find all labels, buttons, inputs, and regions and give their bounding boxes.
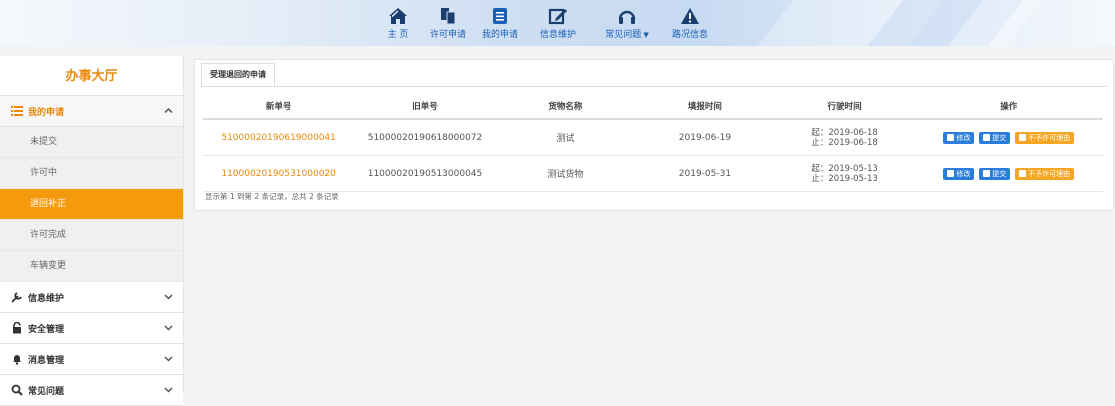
submit-button[interactable]: 提交 bbox=[979, 131, 1011, 144]
sidebar-item-in-licensing[interactable]: 许可中 bbox=[0, 158, 183, 189]
pagination-summary: 显示第 1 到第 2 条记录，总共 2 条记录 bbox=[205, 192, 339, 201]
rejection-reason-label: 不予许可理由 bbox=[1028, 169, 1071, 178]
submit-button-label: 提交 bbox=[992, 133, 1007, 142]
info-icon bbox=[1019, 169, 1027, 177]
home-icon bbox=[389, 8, 407, 24]
submit-button[interactable]: 提交 bbox=[979, 167, 1011, 180]
column-header: 货物名称 bbox=[495, 94, 636, 120]
tab-returned-applications[interactable]: 受理退回的申请 bbox=[201, 63, 275, 87]
top-navigation-bar: 主 页 许可申请 我的申请 信息维护 常见问题 ▼ 路况信息 bbox=[0, 0, 1115, 46]
nav-road-info[interactable]: 路况信息 bbox=[668, 0, 712, 46]
travel-start: 起：2019-06-18 bbox=[811, 127, 878, 138]
sidebar-group-info-maintenance[interactable]: 信息维护 bbox=[0, 282, 183, 313]
tab-divider bbox=[201, 86, 1107, 87]
rejection-reason-button[interactable]: 不予许可理由 bbox=[1015, 167, 1075, 180]
list-icon bbox=[493, 8, 507, 24]
new-order-number-link[interactable]: 11000020190531000020 bbox=[221, 169, 336, 179]
nav-faq-label: 常见问题 bbox=[605, 30, 642, 40]
rejection-reason-label: 不予许可理由 bbox=[1028, 133, 1071, 142]
sidebar-group-my-applications[interactable]: 我的申请 bbox=[0, 96, 183, 127]
new-order-number-link[interactable]: 51000020190619000041 bbox=[221, 133, 336, 143]
column-header: 操作 bbox=[914, 94, 1103, 120]
edit-icon bbox=[548, 8, 567, 25]
edit-button[interactable]: 修改 bbox=[943, 131, 975, 144]
nav-home[interactable]: 主 页 bbox=[383, 0, 413, 46]
table-row: 51000020190619000041 5100002019061800007… bbox=[203, 119, 1103, 156]
edit-button[interactable]: 修改 bbox=[943, 167, 975, 180]
lock-icon bbox=[13, 322, 21, 334]
nav-info-maintenance-label: 信息维护 bbox=[539, 30, 576, 40]
column-header: 行驶时间 bbox=[774, 94, 915, 120]
goods-name: 测试货物 bbox=[495, 155, 636, 192]
sidebar-group-faq[interactable]: 常见问题 bbox=[0, 375, 183, 406]
old-order-number: 51000020190618000072 bbox=[354, 119, 496, 156]
main-panel: 受理退回的申请 新单号 旧单号 货物名称 填报时间 行驶时间 操作 510000… bbox=[194, 59, 1114, 211]
goods-name: 测试 bbox=[495, 119, 636, 156]
filled-date: 2019-06-19 bbox=[635, 119, 775, 156]
column-header: 填报时间 bbox=[635, 94, 775, 120]
travel-end: 止：2019-05-13 bbox=[811, 173, 878, 184]
column-header: 新单号 bbox=[203, 94, 355, 120]
nav-faq-dropdown[interactable]: 常见问题 ▼ bbox=[597, 0, 657, 46]
column-header: 旧单号 bbox=[354, 94, 496, 120]
table-header-row: 新单号 旧单号 货物名称 填报时间 行驶时间 操作 bbox=[203, 94, 1103, 120]
edit-button-label: 修改 bbox=[956, 169, 971, 178]
sidebar-item-unsubmitted[interactable]: 未提交 bbox=[0, 127, 183, 158]
sidebar-group-messages[interactable]: 消息管理 bbox=[0, 344, 183, 375]
travel-end: 止：2019-06-18 bbox=[811, 137, 878, 148]
bell-icon bbox=[13, 355, 21, 365]
chevron-down-icon bbox=[164, 294, 173, 300]
sidebar-group-label: 安全管理 bbox=[28, 325, 65, 335]
sidebar-item-returned-correction[interactable]: 退回补正 bbox=[0, 189, 183, 220]
travel-time: 起：2019-05-13 止：2019-05-13 bbox=[774, 155, 915, 192]
user-icon bbox=[983, 133, 991, 141]
sidebar-item-license-complete[interactable]: 许可完成 bbox=[0, 220, 183, 251]
nav-home-label: 主 页 bbox=[387, 30, 409, 40]
menu-list-icon bbox=[11, 106, 23, 116]
chevron-up-icon bbox=[164, 107, 173, 114]
user-icon bbox=[983, 169, 991, 177]
table-row: 11000020190531000020 1100002019051300004… bbox=[203, 155, 1103, 192]
edit-icon bbox=[947, 133, 955, 141]
search-icon bbox=[11, 384, 23, 396]
sidebar-group-label: 信息维护 bbox=[28, 294, 65, 304]
headphones-icon bbox=[618, 10, 636, 24]
warning-icon bbox=[681, 8, 699, 24]
applications-table: 新单号 旧单号 货物名称 填报时间 行驶时间 操作 51000020190619… bbox=[203, 94, 1103, 192]
nav-info-maintenance[interactable]: 信息维护 bbox=[536, 0, 580, 46]
caret-down-icon: ▼ bbox=[643, 31, 649, 39]
info-icon bbox=[1019, 133, 1027, 141]
nav-my-applications[interactable]: 我的申请 bbox=[479, 0, 521, 46]
sidebar-item-vehicle-change[interactable]: 车辆变更 bbox=[0, 251, 183, 282]
documents-icon bbox=[441, 8, 456, 25]
wrench-icon bbox=[11, 292, 22, 303]
sidebar-title: 办事大厅 bbox=[0, 56, 183, 96]
travel-time: 起：2019-06-18 止：2019-06-18 bbox=[774, 119, 915, 156]
edit-button-label: 修改 bbox=[956, 133, 971, 142]
chevron-down-icon bbox=[164, 356, 173, 362]
old-order-number: 11000020190513000045 bbox=[354, 155, 496, 192]
edit-icon bbox=[947, 169, 955, 177]
filled-date: 2019-05-31 bbox=[635, 155, 775, 192]
travel-start: 起：2019-05-13 bbox=[811, 163, 878, 174]
chevron-down-icon bbox=[164, 325, 173, 331]
row-actions: 修改 提交 不予许可理由 bbox=[914, 155, 1103, 192]
rejection-reason-button[interactable]: 不予许可理由 bbox=[1015, 131, 1075, 144]
nav-license-apply-label: 许可申请 bbox=[429, 30, 466, 40]
nav-road-info-label: 路况信息 bbox=[671, 30, 708, 40]
nav-my-applications-label: 我的申请 bbox=[481, 30, 518, 40]
sidebar-group-label: 我的申请 bbox=[28, 108, 65, 118]
sidebar-group-security[interactable]: 安全管理 bbox=[0, 313, 183, 344]
nav-license-apply[interactable]: 许可申请 bbox=[428, 0, 468, 46]
sidebar: 办事大厅 我的申请 未提交 许可中 退回补正 许可完成 车辆变更 信息维护 安全… bbox=[0, 56, 184, 406]
submit-button-label: 提交 bbox=[992, 169, 1007, 178]
row-actions: 修改 提交 不予许可理由 bbox=[914, 119, 1103, 156]
sidebar-group-label: 常见问题 bbox=[28, 387, 65, 397]
sidebar-group-label: 消息管理 bbox=[28, 356, 65, 366]
